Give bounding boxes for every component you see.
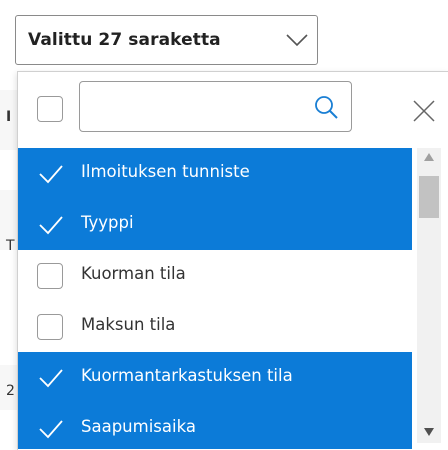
option-label: Maksun tila [81,315,176,334]
checkmark-icon [39,369,63,388]
option-checkbox[interactable] [37,314,63,340]
search-field[interactable] [79,81,352,132]
background-fragment-1: I [6,109,12,125]
column-select-label: Valittu 27 saraketta [28,30,221,50]
option-kuormantarkastuksen-tila[interactable]: Kuormantarkastuksen tila [18,352,412,403]
option-label: Saapumisaika [81,417,196,436]
scroll-thumb[interactable] [419,176,439,218]
dropdown-header [18,72,448,148]
option-ilmoituksen-tunniste[interactable]: Ilmoituksen tunniste [18,148,412,199]
column-dropdown-panel: Ilmoituksen tunniste Tyyppi Kuorman tila… [17,71,448,450]
option-label: Ilmoituksen tunniste [81,162,250,181]
checkmark-icon [39,216,63,235]
column-select-button[interactable]: Valittu 27 saraketta [15,15,318,65]
background-fragment-2: T [6,238,15,254]
search-icon[interactable] [313,94,339,120]
checkmark-icon [39,165,63,184]
option-saapumisaika[interactable]: Saapumisaika [18,403,412,449]
option-label: Tyyppi [81,213,134,232]
scroll-up-arrow-icon[interactable] [423,152,435,162]
checkmark-icon [39,420,63,439]
option-label: Kuorman tila [81,264,186,283]
background-fragment-3: 2 [6,383,15,399]
option-maksun-tila[interactable]: Maksun tila [18,301,412,352]
option-tyyppi[interactable]: Tyyppi [18,199,412,250]
close-icon[interactable] [411,98,437,124]
chevron-down-icon [286,34,308,47]
options-scrollbar[interactable] [417,148,441,443]
option-label: Kuormantarkastuksen tila [81,366,293,385]
scroll-down-arrow-icon[interactable] [423,427,435,437]
search-input[interactable] [82,84,326,129]
column-options-list: Ilmoituksen tunniste Tyyppi Kuorman tila… [18,148,412,449]
option-kuorman-tila[interactable]: Kuorman tila [18,250,412,301]
select-all-checkbox[interactable] [37,96,63,122]
option-checkbox[interactable] [37,263,63,289]
